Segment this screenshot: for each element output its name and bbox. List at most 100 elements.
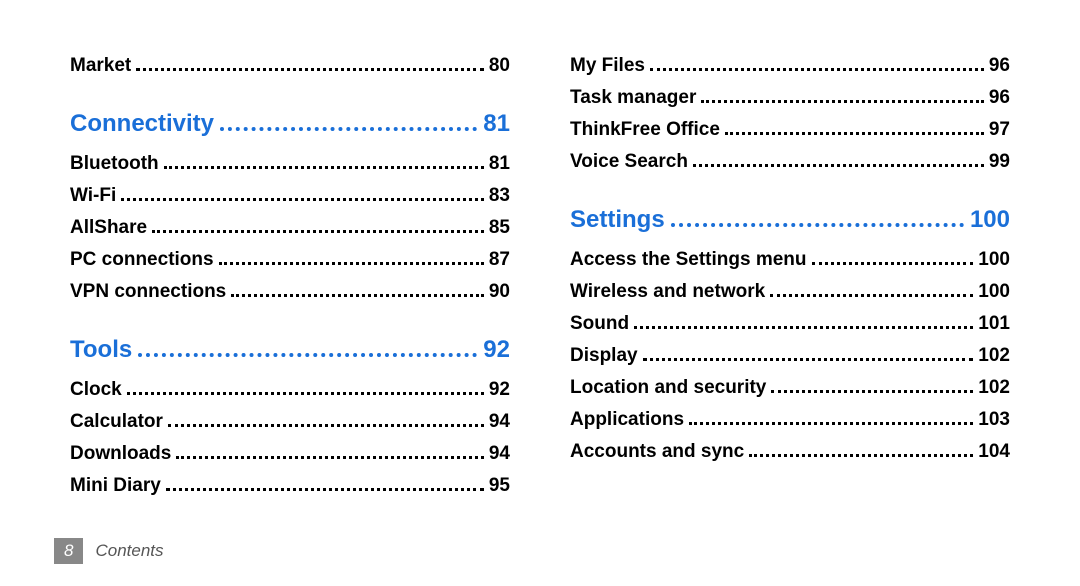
leader-dots xyxy=(220,127,477,131)
toc-entry-page: 81 xyxy=(489,153,510,175)
toc-section-heading[interactable]: Tools 92 xyxy=(70,336,510,364)
toc-entry-label: Downloads xyxy=(70,443,171,465)
toc-entry-label: Task manager xyxy=(570,87,696,109)
toc-entry[interactable]: Clock 92 xyxy=(70,379,510,401)
toc-entry-page: 102 xyxy=(978,345,1010,367)
toc-entry-page: 94 xyxy=(489,443,510,465)
leader-dots xyxy=(771,390,973,393)
toc-section-title: Connectivity xyxy=(70,110,214,138)
toc-entry-page: 83 xyxy=(489,185,510,207)
leader-dots xyxy=(127,392,484,395)
toc-section-title: Settings xyxy=(570,206,665,234)
toc-entry-page: 104 xyxy=(978,441,1010,463)
toc-entry[interactable]: PC connections 87 xyxy=(70,249,510,271)
toc-entry-label: AllShare xyxy=(70,217,147,239)
toc-entry-page: 99 xyxy=(989,151,1010,173)
leader-dots xyxy=(634,326,973,329)
toc-entry[interactable]: My Files 96 xyxy=(570,55,1010,77)
toc-entry-page: 92 xyxy=(489,379,510,401)
page-number: 8 xyxy=(54,538,83,564)
toc-entry-page: 96 xyxy=(989,55,1010,77)
toc-section-title: Tools xyxy=(70,336,132,364)
toc-section-heading[interactable]: Settings 100 xyxy=(570,206,1010,234)
toc-entry[interactable]: Downloads 94 xyxy=(70,443,510,465)
leader-dots xyxy=(164,166,484,169)
toc-entry-label: Market xyxy=(70,55,131,77)
toc-entry-label: My Files xyxy=(570,55,645,77)
toc-entry-page: 80 xyxy=(489,55,510,77)
toc-entry-page: 96 xyxy=(989,87,1010,109)
toc-entry-label: PC connections xyxy=(70,249,214,271)
leader-dots xyxy=(121,198,484,201)
toc-entry-label: Mini Diary xyxy=(70,475,161,497)
toc-entry-page: 100 xyxy=(978,249,1010,271)
toc-entry-label: Applications xyxy=(570,409,684,431)
toc-entry-page: 100 xyxy=(978,281,1010,303)
toc-entry[interactable]: Accounts and sync 104 xyxy=(570,441,1010,463)
toc-entry-label: Accounts and sync xyxy=(570,441,744,463)
toc-entry[interactable]: Wireless and network 100 xyxy=(570,281,1010,303)
footer-label: Contents xyxy=(95,541,163,561)
toc-entry-label: Calculator xyxy=(70,411,163,433)
toc-columns: Market 80 Connectivity 81 Bluetooth 81 Wi-Fi83… xyxy=(70,50,1010,502)
toc-entry-page: 103 xyxy=(978,409,1010,431)
toc-section-page: 92 xyxy=(483,336,510,364)
leader-dots xyxy=(749,454,973,457)
toc-entry-page: 97 xyxy=(989,119,1010,141)
toc-entry[interactable]: VPN connections 90 xyxy=(70,281,510,303)
leader-dots xyxy=(168,424,484,427)
toc-left-column: Market 80 Connectivity 81 Bluetooth 81 Wi-Fi83… xyxy=(70,50,510,502)
toc-right-column: My Files 96 Task manager 96 ThinkFree Office… xyxy=(570,50,1010,502)
toc-entry-page: 94 xyxy=(489,411,510,433)
toc-entry-label: VPN connections xyxy=(70,281,226,303)
leader-dots xyxy=(136,68,484,71)
toc-entry-label: Access the Settings menu xyxy=(570,249,807,271)
toc-entry-label: Display xyxy=(570,345,638,367)
leader-dots xyxy=(650,68,984,71)
leader-dots xyxy=(689,422,973,425)
toc-entry[interactable]: Task manager 96 xyxy=(570,87,1010,109)
page-footer: 8 Contents xyxy=(54,538,164,564)
toc-entry[interactable]: Bluetooth 81 xyxy=(70,153,510,175)
toc-entry[interactable]: Voice Search 99 xyxy=(570,151,1010,173)
toc-entry-label: Bluetooth xyxy=(70,153,159,175)
leader-dots xyxy=(693,164,984,167)
toc-entry-page: 101 xyxy=(978,313,1010,335)
leader-dots xyxy=(725,132,984,135)
leader-dots xyxy=(166,488,484,491)
toc-entry[interactable]: Mini Diary 95 xyxy=(70,475,510,497)
toc-entry[interactable]: Access the Settings menu 100 xyxy=(570,249,1010,271)
toc-entry-label: Wireless and network xyxy=(570,281,765,303)
leader-dots xyxy=(176,456,484,459)
toc-entry-page: 90 xyxy=(489,281,510,303)
leader-dots xyxy=(152,230,484,233)
toc-entry[interactable]: Location and security 102 xyxy=(570,377,1010,399)
leader-dots xyxy=(671,223,964,227)
toc-entry[interactable]: ThinkFree Office 97 xyxy=(570,119,1010,141)
leader-dots xyxy=(812,262,974,265)
toc-entry-page: 95 xyxy=(489,475,510,497)
toc-entry[interactable]: Sound 101 xyxy=(570,313,1010,335)
toc-entry[interactable]: Display 102 xyxy=(570,345,1010,367)
toc-entry-label: Voice Search xyxy=(570,151,688,173)
toc-entry[interactable]: AllShare 85 xyxy=(70,217,510,239)
toc-entry-label: Sound xyxy=(570,313,629,335)
toc-entry[interactable]: Wi-Fi83 xyxy=(70,185,510,207)
toc-section-heading[interactable]: Connectivity 81 xyxy=(70,110,510,138)
toc-section-page: 81 xyxy=(483,110,510,138)
leader-dots xyxy=(770,294,973,297)
toc-entry-page: 87 xyxy=(489,249,510,271)
leader-dots xyxy=(643,358,974,361)
toc-entry-label: ThinkFree Office xyxy=(570,119,720,141)
toc-entry-label: Location and security xyxy=(570,377,766,399)
toc-entry[interactable]: Applications 103 xyxy=(570,409,1010,431)
leader-dots xyxy=(231,294,484,297)
toc-section-page: 100 xyxy=(970,206,1010,234)
toc-entry-page: 102 xyxy=(978,377,1010,399)
leader-dots xyxy=(138,353,477,357)
leader-dots xyxy=(701,100,983,103)
toc-entry[interactable]: Market 80 xyxy=(70,55,510,77)
toc-entry-label: Clock xyxy=(70,379,122,401)
toc-entry-page: 85 xyxy=(489,217,510,239)
toc-entry[interactable]: Calculator 94 xyxy=(70,411,510,433)
